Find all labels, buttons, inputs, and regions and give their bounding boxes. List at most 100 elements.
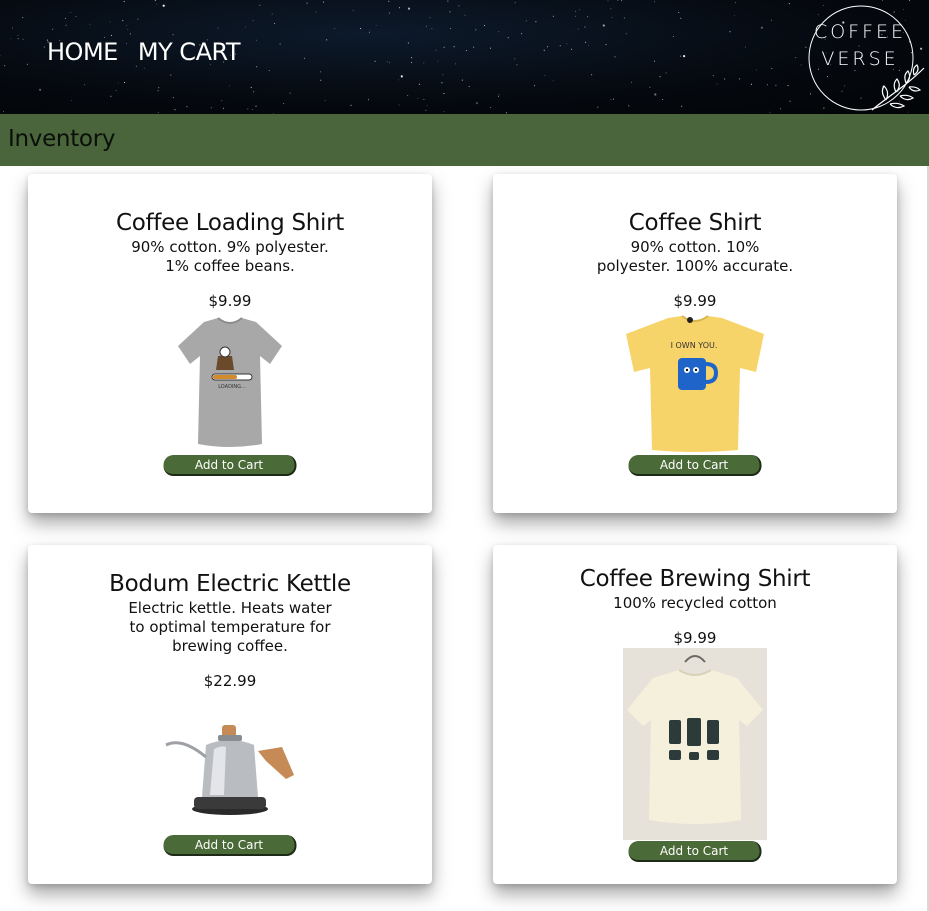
product-description: 90% cotton. 10% polyester. 100% accurate… bbox=[585, 238, 805, 276]
star bbox=[274, 22, 276, 24]
star bbox=[447, 0, 449, 2]
product-name: Coffee Brewing Shirt bbox=[579, 566, 811, 592]
star bbox=[289, 92, 291, 94]
add-to-cart-button[interactable]: Add to Cart bbox=[628, 455, 762, 476]
product-card-coffee-loading-shirt: Coffee Loading Shirt 90% cotton. 9% poly… bbox=[28, 174, 432, 513]
star bbox=[733, 15, 735, 17]
gray-loading-shirt-image: LOADING... bbox=[178, 317, 282, 447]
star bbox=[607, 0, 609, 2]
star bbox=[352, 9, 354, 11]
star bbox=[525, 20, 527, 22]
star bbox=[584, 26, 586, 28]
star bbox=[559, 45, 561, 47]
star bbox=[534, 85, 536, 87]
star bbox=[575, 15, 576, 17]
star bbox=[605, 44, 607, 46]
star bbox=[775, 84, 777, 86]
add-to-cart-button[interactable]: Add to Cart bbox=[163, 835, 297, 856]
star bbox=[304, 57, 306, 59]
star bbox=[247, 108, 249, 110]
star bbox=[683, 55, 686, 58]
star bbox=[628, 105, 630, 107]
star bbox=[162, 4, 165, 7]
star bbox=[125, 25, 127, 26]
star bbox=[443, 93, 445, 94]
star bbox=[388, 12, 390, 14]
star bbox=[625, 33, 627, 35]
product-description-line: 90% cotton. 9% polyester. bbox=[131, 238, 329, 256]
coffee-verse-logo[interactable]: COFFEE VERSE bbox=[806, 0, 928, 114]
star bbox=[475, 102, 479, 105]
star bbox=[770, 19, 772, 21]
star bbox=[443, 46, 445, 48]
star bbox=[712, 75, 714, 77]
star bbox=[244, 26, 246, 28]
star bbox=[437, 60, 439, 62]
star bbox=[621, 0, 623, 1]
star bbox=[3, 111, 4, 112]
star bbox=[800, 64, 802, 66]
star bbox=[122, 20, 124, 22]
star bbox=[787, 85, 789, 87]
star bbox=[283, 103, 285, 104]
star bbox=[306, 2, 308, 4]
star bbox=[322, 1, 324, 3]
star bbox=[729, 31, 731, 33]
product-price: $9.99 bbox=[208, 292, 252, 310]
nav-cart-link[interactable]: MY CART bbox=[138, 38, 241, 66]
star bbox=[172, 97, 174, 99]
star bbox=[602, 24, 605, 27]
star bbox=[760, 26, 764, 29]
star bbox=[535, 21, 537, 23]
star bbox=[255, 105, 257, 107]
star bbox=[612, 98, 614, 100]
star bbox=[186, 106, 188, 108]
star bbox=[745, 46, 747, 48]
star bbox=[157, 111, 159, 113]
star bbox=[4, 65, 6, 67]
product-card-coffee-brewing-shirt: Coffee Brewing Shirt 100% recycled cotto… bbox=[493, 545, 897, 884]
product-price: $22.99 bbox=[203, 672, 257, 690]
star bbox=[252, 109, 254, 110]
star bbox=[756, 69, 758, 71]
star bbox=[734, 2, 736, 4]
star bbox=[156, 3, 158, 5]
star bbox=[724, 78, 726, 80]
star bbox=[89, 23, 91, 25]
star bbox=[143, 67, 145, 69]
star bbox=[552, 80, 554, 82]
product-card-bodum-electric-kettle: Bodum Electric Kettle Electric kettle. H… bbox=[28, 545, 432, 884]
star bbox=[259, 4, 261, 6]
nav-home-link[interactable]: HOME bbox=[47, 38, 118, 66]
star bbox=[597, 106, 599, 108]
star bbox=[516, 64, 518, 66]
star bbox=[43, 46, 45, 48]
star bbox=[324, 99, 326, 101]
star bbox=[566, 43, 568, 45]
star bbox=[398, 104, 400, 106]
star bbox=[397, 79, 399, 81]
star bbox=[579, 9, 581, 11]
star bbox=[423, 98, 425, 100]
product-description-line: polyester. 100% accurate. bbox=[596, 257, 794, 275]
star bbox=[65, 24, 67, 26]
star bbox=[110, 95, 112, 97]
star bbox=[769, 111, 771, 113]
star bbox=[279, 43, 281, 45]
add-to-cart-button[interactable]: Add to Cart bbox=[163, 455, 297, 476]
add-to-cart-button[interactable]: Add to Cart bbox=[628, 841, 762, 862]
star bbox=[490, 107, 492, 108]
star bbox=[39, 88, 42, 91]
product-description-line: Electric kettle. Heats water bbox=[128, 599, 332, 617]
star bbox=[475, 29, 477, 31]
star bbox=[407, 7, 411, 10]
star bbox=[611, 17, 613, 19]
star bbox=[498, 95, 500, 97]
star bbox=[123, 1, 125, 2]
star bbox=[490, 47, 492, 49]
star bbox=[788, 3, 790, 5]
star bbox=[109, 21, 111, 23]
cream-brewing-shirt-image bbox=[623, 648, 767, 840]
shirt-print-text: LOADING... bbox=[218, 384, 246, 390]
star bbox=[75, 15, 77, 17]
